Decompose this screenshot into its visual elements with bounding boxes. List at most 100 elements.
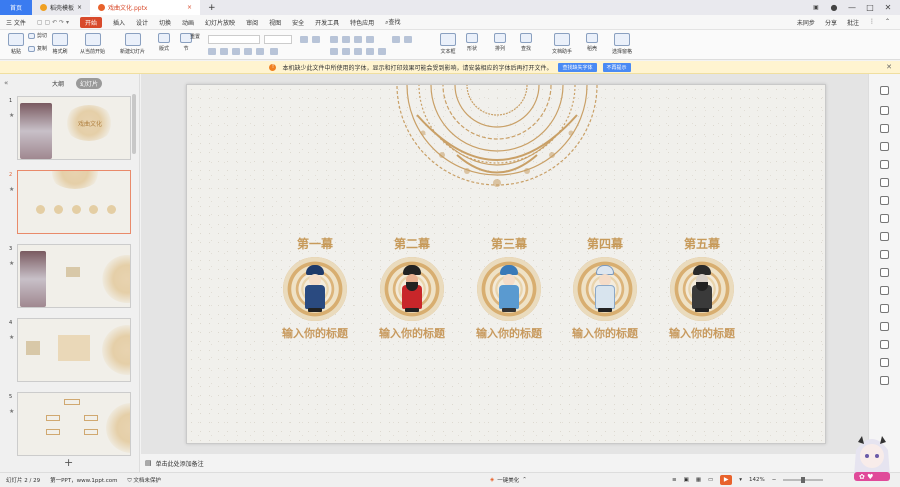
outdent-icon[interactable] bbox=[366, 36, 374, 43]
tab-docer[interactable]: 稻壳模板 × bbox=[32, 0, 90, 15]
tab-document[interactable]: 戏曲文化.pptx × bbox=[90, 0, 201, 15]
align-center-icon[interactable] bbox=[342, 48, 350, 55]
sorter-view-icon[interactable]: ▦ bbox=[696, 477, 701, 483]
slide-thumbnail[interactable] bbox=[17, 392, 131, 456]
slide-thumb-row[interactable]: 2 ★ bbox=[6, 170, 132, 236]
dont-remind-button[interactable]: 不再提示 bbox=[602, 62, 631, 72]
cursor-icon[interactable] bbox=[880, 106, 889, 115]
slide-thumbnail[interactable]: 戏曲文化 bbox=[17, 96, 131, 160]
chapter-1[interactable]: 第一幕 输入你的标题 bbox=[265, 235, 365, 340]
chapter-subtitle[interactable]: 输入你的标题 bbox=[362, 325, 462, 340]
increase-font-icon[interactable] bbox=[300, 36, 308, 43]
slide-thumbnail-selected[interactable] bbox=[17, 170, 131, 234]
export-icon[interactable] bbox=[880, 358, 889, 367]
menu-undo-icons[interactable]: ▢ ▢ ↶ ↷ ▾ bbox=[37, 19, 69, 26]
panel-scrollbar[interactable] bbox=[132, 94, 136, 154]
chart-icon[interactable] bbox=[880, 196, 889, 205]
protect-status[interactable]: ⛉ 文档未保护 bbox=[127, 476, 160, 485]
textbox-button[interactable]: 文本框 bbox=[440, 33, 456, 55]
transition-icon[interactable] bbox=[880, 232, 889, 241]
menu-view[interactable]: 视图 bbox=[269, 18, 281, 27]
font-size-input[interactable] bbox=[264, 35, 292, 44]
numbering-icon[interactable] bbox=[342, 36, 350, 43]
italic-icon[interactable] bbox=[220, 48, 228, 55]
chapter-5[interactable]: 第五幕 输入你的标题 bbox=[652, 235, 752, 340]
theme-name[interactable]: 第一PPT，www.1ppt.com bbox=[50, 476, 117, 484]
close-window-button[interactable]: ✕ bbox=[882, 3, 894, 12]
audio-icon[interactable] bbox=[880, 250, 889, 259]
beautify-icon[interactable] bbox=[880, 286, 889, 295]
scroll-handle-icon[interactable] bbox=[880, 86, 889, 95]
close-icon[interactable]: × bbox=[77, 4, 82, 11]
chapter-2[interactable]: 第二幕 输入你的标题 bbox=[362, 235, 462, 340]
slide-canvas[interactable]: 第一幕 输入你的标题 第二幕 输入你的标题 第三幕 输入你的标题 第四幕 输入你… bbox=[186, 84, 826, 444]
help-icon[interactable] bbox=[880, 340, 889, 349]
one-click-beautify[interactable]: ◈ 一键美化 ⌃ bbox=[490, 476, 527, 484]
shapes-button[interactable]: 形状 bbox=[466, 33, 478, 52]
slide-thumb-row[interactable]: 4 ★ bbox=[6, 318, 132, 384]
search-box[interactable]: ⌕查找 bbox=[385, 17, 400, 27]
chapter-subtitle[interactable]: 输入你的标题 bbox=[265, 325, 365, 340]
table-icon[interactable] bbox=[880, 160, 889, 169]
chapter-subtitle[interactable]: 输入你的标题 bbox=[459, 325, 559, 340]
arrange-button[interactable]: 排列 bbox=[494, 33, 506, 52]
menu-security[interactable]: 安全 bbox=[292, 18, 304, 27]
format-painter-button[interactable]: 格式刷 bbox=[52, 33, 68, 55]
bold-icon[interactable] bbox=[208, 48, 216, 55]
image-icon[interactable] bbox=[880, 178, 889, 187]
menu-slideshow[interactable]: 幻灯片放映 bbox=[205, 18, 235, 27]
line-spacing-icon[interactable] bbox=[378, 48, 386, 55]
share-button[interactable]: 分享 bbox=[825, 18, 837, 27]
close-icon[interactable]: ✕ bbox=[886, 63, 892, 71]
cut-button[interactable]: 剪切 bbox=[28, 32, 47, 39]
slideshow-play-button[interactable]: ▶ bbox=[720, 475, 733, 485]
chapter-4[interactable]: 第四幕 输入你的标题 bbox=[555, 235, 655, 340]
font-color-icon[interactable] bbox=[270, 48, 278, 55]
menu-features[interactable]: 特色应用 bbox=[350, 18, 374, 27]
chevron-down-icon[interactable]: ▾ bbox=[739, 477, 742, 483]
selection-pane-button[interactable]: 选择窗格 bbox=[612, 33, 632, 55]
style-icon[interactable] bbox=[880, 142, 889, 151]
indent-icon[interactable] bbox=[354, 36, 362, 43]
font-name-input[interactable] bbox=[208, 35, 260, 44]
reset-button[interactable]: 重置 bbox=[180, 33, 200, 40]
chapter-3[interactable]: 第三幕 输入你的标题 bbox=[459, 235, 559, 340]
find-missing-font-button[interactable]: 查找缺失字体 bbox=[558, 62, 597, 72]
new-slide-button[interactable]: 新建幻灯片 bbox=[120, 33, 145, 55]
sync-status[interactable]: 未同步 bbox=[797, 18, 815, 27]
paste-button[interactable]: 粘贴 bbox=[8, 33, 24, 55]
layout-icon[interactable]: ▣ bbox=[810, 4, 822, 11]
tab-slides[interactable]: 幻灯片 bbox=[76, 77, 103, 89]
tab-outline[interactable]: 大纲 bbox=[52, 79, 64, 88]
layout-button[interactable]: 版式 bbox=[158, 33, 170, 52]
slide-thumbnail[interactable] bbox=[17, 244, 131, 308]
menu-review[interactable]: 审阅 bbox=[246, 18, 258, 27]
menu-developer[interactable]: 开发工具 bbox=[315, 18, 339, 27]
slide-thumb-row[interactable]: 1 ★ 戏曲文化 bbox=[6, 96, 132, 162]
strikethrough-icon[interactable] bbox=[244, 48, 252, 55]
minimize-button[interactable]: — bbox=[846, 3, 858, 12]
bullets-icon[interactable] bbox=[330, 36, 338, 43]
notes-placeholder[interactable]: 单击此处添加备注 bbox=[156, 459, 204, 468]
chapter-subtitle[interactable]: 输入你的标题 bbox=[555, 325, 655, 340]
zoom-out-button[interactable]: − bbox=[772, 477, 777, 483]
text-align-icon[interactable] bbox=[404, 36, 412, 43]
justify-icon[interactable] bbox=[366, 48, 374, 55]
shape-icon[interactable] bbox=[880, 124, 889, 133]
collapse-ribbon-icon[interactable]: ⌃ bbox=[885, 18, 890, 27]
chapter-subtitle[interactable]: 输入你的标题 bbox=[652, 325, 752, 340]
tab-home[interactable]: 首页 bbox=[0, 0, 32, 15]
align-left-icon[interactable] bbox=[330, 48, 338, 55]
docer-button[interactable]: 稻壳 bbox=[586, 33, 598, 52]
align-right-icon[interactable] bbox=[354, 48, 362, 55]
copy-button[interactable]: 复制 bbox=[28, 45, 47, 52]
menu-design[interactable]: 设计 bbox=[136, 18, 148, 27]
more-icon[interactable]: ⋮ bbox=[869, 18, 875, 27]
menu-file[interactable]: 三 文件 bbox=[6, 18, 26, 27]
menu-animation[interactable]: 动画 bbox=[182, 18, 194, 27]
collapse-panel-icon[interactable]: « bbox=[4, 79, 8, 87]
mascot-character-icon[interactable]: ✿ ♥ bbox=[848, 432, 896, 482]
gear-icon[interactable] bbox=[880, 376, 889, 385]
shadow-icon[interactable] bbox=[256, 48, 264, 55]
menu-start[interactable]: 开始 bbox=[79, 16, 102, 28]
